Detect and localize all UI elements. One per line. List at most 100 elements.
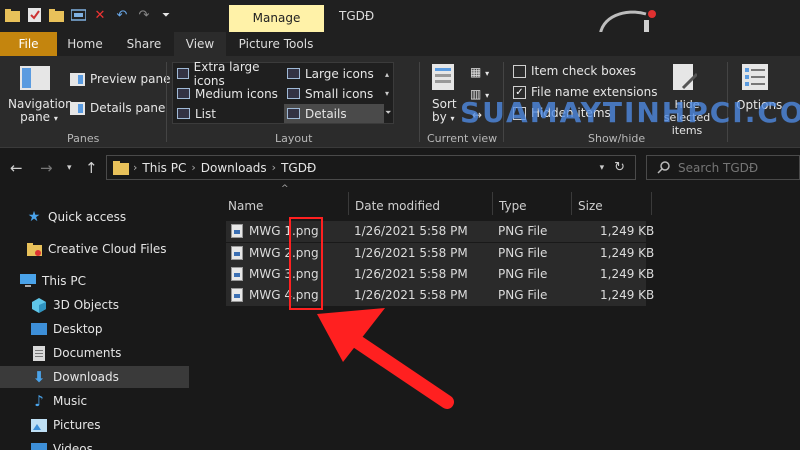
redo-icon[interactable]: ↷: [136, 7, 152, 23]
item-check-boxes-label: Item check boxes: [531, 64, 637, 78]
list-label: List: [195, 106, 216, 121]
large-icons-label: Large icons: [305, 66, 374, 81]
ribbon-tabs: File Home Share View Picture Tools: [0, 32, 800, 56]
sidebar-item-pictures[interactable]: Pictures: [0, 414, 189, 436]
address-dropdown-icon[interactable]: ▾: [600, 163, 605, 173]
sidebar-item-desktop[interactable]: Desktop: [0, 318, 189, 340]
sidebar-item-creative-cloud-files[interactable]: Creative Cloud Files: [0, 238, 189, 260]
forward-arrow-icon[interactable]: →: [40, 159, 53, 177]
layout-details[interactable]: Details: [284, 104, 384, 123]
details-label: Details: [305, 106, 347, 121]
search-box[interactable]: [646, 155, 800, 180]
breadcrumb-tgdd[interactable]: TGDĐ: [281, 161, 316, 175]
navigation-bar: ← → ▾ ↑ › This PC › Downloads › TGDĐ ▾ ↻: [0, 149, 800, 187]
sidebar-item-videos[interactable]: Videos: [0, 438, 189, 450]
file-date: 1/26/2021 5:58 PM: [354, 224, 468, 238]
recent-locations-icon[interactable]: ▾: [67, 163, 72, 173]
folder-icon: [113, 160, 129, 175]
layout-list[interactable]: List: [174, 104, 282, 123]
video-icon: [31, 441, 47, 450]
delete-icon[interactable]: ✕: [92, 7, 108, 23]
options-icon: [742, 64, 768, 90]
ribbon-separator: [419, 62, 420, 142]
extra-large-icons-icon: [177, 68, 189, 79]
medium-icons-label: Medium icons: [195, 86, 278, 101]
file-date: 1/26/2021 5:58 PM: [354, 246, 468, 260]
sidebar-item-label: Videos: [53, 442, 93, 450]
quick-access-toolbar: ✕ ↶ ↷ ⏷: [4, 7, 174, 23]
up-arrow-icon[interactable]: ↑: [85, 159, 98, 177]
sidebar-item-music[interactable]: ♪ Music: [0, 390, 189, 412]
column-header-date-modified[interactable]: Date modified: [349, 192, 491, 220]
sidebar-item-label: Quick access: [48, 210, 127, 224]
chevron-right-icon[interactable]: ›: [272, 161, 276, 174]
file-type: PNG File: [498, 246, 548, 260]
breadcrumb-downloads[interactable]: Downloads: [201, 161, 267, 175]
tab-picture-tools[interactable]: Picture Tools: [232, 32, 320, 56]
details-pane-icon: [70, 101, 85, 115]
layout-small-icons[interactable]: Small icons: [284, 84, 384, 103]
column-header-size[interactable]: Size: [572, 192, 650, 220]
folder-icon[interactable]: [4, 7, 20, 23]
png-file-icon: [231, 288, 243, 302]
sidebar-item-quick-access[interactable]: ★ Quick access: [0, 206, 189, 228]
context-tab-manage[interactable]: Manage: [229, 5, 324, 32]
ribbon-separator: [166, 62, 167, 142]
tab-home[interactable]: Home: [60, 32, 110, 56]
details-pane-button[interactable]: Details pane: [70, 101, 165, 115]
sidebar-item-label: Desktop: [53, 322, 103, 336]
computer-icon: [20, 273, 36, 289]
preview-pane-icon: [70, 72, 85, 86]
new-folder-icon[interactable]: [48, 7, 64, 23]
sidebar-item-label: Pictures: [53, 418, 101, 432]
column-divider[interactable]: [651, 192, 652, 215]
medium-icons-icon: [177, 88, 190, 99]
search-input[interactable]: [678, 160, 788, 175]
properties-icon[interactable]: [26, 7, 42, 23]
large-icons-icon: [287, 68, 300, 79]
picture-icon: [31, 417, 47, 433]
file-list: ^ Name Date modified Type Size MWG 1.png…: [196, 184, 800, 450]
sidebar-item-label: Documents: [53, 346, 122, 360]
small-icons-label: Small icons: [305, 86, 374, 101]
item-check-boxes-toggle[interactable]: Item check boxes: [513, 64, 636, 78]
sidebar-item-this-pc[interactable]: This PC: [0, 270, 189, 292]
item-check-boxes-checkbox[interactable]: [513, 64, 526, 78]
address-bar[interactable]: › This PC › Downloads › TGDĐ ▾ ↻: [106, 155, 636, 180]
list-icon: [177, 108, 190, 119]
navigation-pane-label: Navigation pane: [8, 97, 73, 124]
sidebar-item-downloads[interactable]: ⬇ Downloads: [0, 366, 189, 388]
layout-medium-icons[interactable]: Medium icons: [174, 84, 282, 103]
tab-view[interactable]: View: [174, 32, 226, 56]
group-label-show-hide: Show/hide: [588, 132, 646, 145]
sidebar-item-3d-objects[interactable]: 3D Objects: [0, 294, 189, 316]
layout-extra-large-icons[interactable]: Extra large icons: [174, 60, 282, 88]
layout-scroll[interactable]: ▴ ▾ ⏷: [385, 65, 391, 122]
cube-icon: [31, 297, 47, 313]
breadcrumb-this-pc[interactable]: This PC: [142, 161, 186, 175]
tab-file[interactable]: File: [0, 32, 57, 56]
customize-toolbar-icon[interactable]: ⏷: [158, 7, 174, 23]
preview-pane-label: Preview pane: [90, 72, 171, 86]
window-title: TGDĐ: [339, 9, 375, 23]
group-by-icon[interactable]: ▦ ▾: [470, 65, 489, 79]
watermark-text: SUAMAYTINHPCI.COM: [460, 96, 800, 129]
refresh-icon[interactable]: ↻: [614, 160, 625, 175]
tab-share[interactable]: Share: [118, 32, 170, 56]
group-label-layout: Layout: [275, 132, 313, 145]
navigation-pane-button[interactable]: Navigation pane ▾: [8, 97, 73, 125]
column-header-type[interactable]: Type: [493, 192, 571, 220]
chevron-right-icon[interactable]: ›: [133, 161, 137, 174]
undo-icon[interactable]: ↶: [114, 7, 130, 23]
rename-icon[interactable]: [70, 7, 86, 23]
sidebar-item-documents[interactable]: Documents: [0, 342, 189, 364]
sort-by-button[interactable]: Sort by ▾: [432, 98, 462, 125]
preview-pane-button[interactable]: Preview pane: [70, 72, 170, 86]
details-pane-label: Details pane: [90, 101, 166, 115]
desktop-icon: [31, 321, 47, 337]
column-header-name[interactable]: Name: [222, 192, 350, 220]
chevron-right-icon[interactable]: ›: [191, 161, 195, 174]
file-size: 1,249 KB: [600, 246, 655, 260]
back-arrow-icon[interactable]: ←: [10, 159, 23, 177]
layout-large-icons[interactable]: Large icons: [284, 64, 384, 83]
